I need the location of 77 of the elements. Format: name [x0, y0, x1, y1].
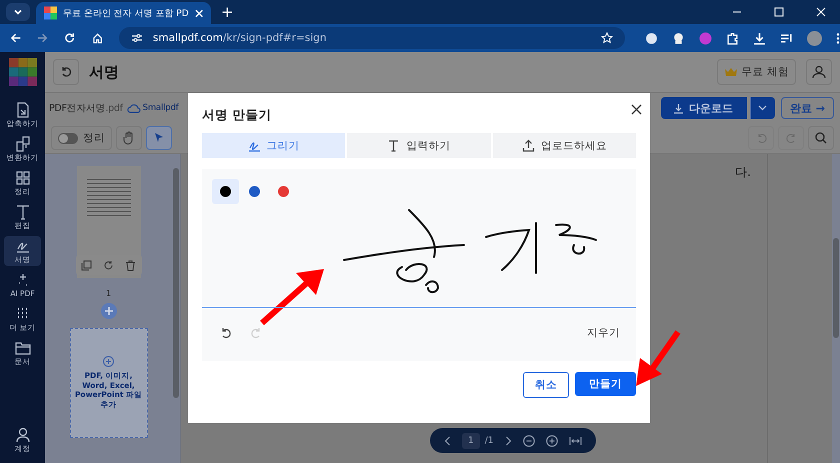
tab-title: 무료 온라인 전자 서명 포함 PD: [62, 8, 189, 20]
rotate-icon[interactable]: [103, 260, 114, 270]
globe-icon[interactable]: [645, 32, 658, 44]
page-total: /1: [484, 436, 494, 446]
media-icon[interactable]: [780, 32, 794, 44]
page-input[interactable]: 1: [462, 432, 480, 448]
reload-icon[interactable]: [64, 32, 76, 44]
scrollbar[interactable]: [832, 154, 840, 463]
trash-icon[interactable]: [125, 260, 136, 270]
undo-icon[interactable]: [60, 66, 72, 78]
chevron-right-icon[interactable]: [504, 436, 512, 446]
dialog-title: 서명 만들기: [202, 106, 272, 124]
upload-icon[interactable]: [522, 139, 535, 152]
page-thumbnail[interactable]: [76, 166, 140, 278]
convert-icon[interactable]: [14, 136, 30, 152]
zoom-in-icon[interactable]: [546, 434, 558, 446]
close-icon[interactable]: [631, 104, 642, 114]
clear-button[interactable]: 지우기: [587, 326, 620, 340]
tab-search-button[interactable]: [6, 3, 30, 21]
extension-icon[interactable]: [672, 32, 686, 44]
puzzle-icon[interactable]: [726, 32, 740, 44]
browser-tab[interactable]: 무료 온라인 전자 서명 포함 PD: [36, 2, 211, 24]
crown-icon: [724, 67, 738, 77]
user-button[interactable]: [806, 59, 832, 85]
pen-color-option[interactable]: [212, 179, 239, 204]
avatar-icon[interactable]: [807, 30, 822, 46]
home-icon[interactable]: [92, 32, 103, 44]
hand-icon[interactable]: [123, 131, 135, 145]
undo-icon[interactable]: [220, 327, 232, 339]
chevron-down-icon[interactable]: [13, 7, 23, 17]
page-title: 서명: [89, 62, 119, 82]
user-icon[interactable]: [812, 65, 826, 79]
duplicate-icon[interactable]: [81, 260, 92, 270]
file-name: PDF전자서명.pdf: [49, 102, 123, 114]
new-tab-button[interactable]: +: [217, 3, 238, 21]
signature-tab[interactable]: 업로드하세요: [492, 133, 636, 158]
download-button[interactable]: 다운로드: [660, 97, 747, 119]
save-link[interactable]: Smallpdf: [142, 103, 178, 113]
download-icon: [672, 102, 684, 114]
add-page-icon[interactable]: [100, 303, 116, 319]
text-icon[interactable]: [14, 204, 30, 220]
download-icon[interactable]: [753, 32, 766, 44]
grid-icon[interactable]: [14, 170, 30, 186]
chevron-down-icon[interactable]: [758, 105, 768, 111]
dropdown-button[interactable]: [750, 97, 775, 119]
address-field[interactable]: smallpdf.com/kr/sign-pdf#r=sign: [118, 27, 626, 49]
folder-icon[interactable]: [14, 340, 30, 356]
signature-tab[interactable]: 그리기: [202, 133, 346, 158]
pointer-tool-button[interactable]: [146, 126, 172, 150]
menu-icon[interactable]: [836, 32, 840, 44]
app-logo-icon: [44, 6, 57, 20]
cloud-icon: [126, 102, 141, 114]
zoom-out-icon[interactable]: [522, 434, 534, 446]
create-button[interactable]: 만들기: [575, 372, 636, 396]
url-text: smallpdf.com/kr/sign-pdf#r=sign: [152, 32, 326, 44]
search-icon[interactable]: [815, 132, 827, 144]
maximize-icon[interactable]: [774, 7, 784, 17]
chevron-left-icon[interactable]: [444, 436, 451, 446]
page-number: 1: [106, 289, 112, 298]
organize-toggle[interactable]: 정리: [51, 126, 112, 150]
cancel-button[interactable]: 취소: [523, 372, 569, 398]
text-icon[interactable]: [387, 139, 400, 152]
back-arrow-icon[interactable]: [10, 32, 22, 44]
site-settings-icon[interactable]: [130, 32, 143, 44]
back-button[interactable]: [53, 59, 79, 85]
forward-arrow-icon[interactable]: [37, 32, 48, 44]
app-logo-icon[interactable]: [8, 58, 36, 86]
document-text: 다.: [735, 164, 751, 181]
fit-width-icon[interactable]: [568, 436, 582, 446]
free-trial-button[interactable]: 무료 체험: [716, 59, 796, 85]
hand-tool-button[interactable]: [116, 126, 142, 150]
star-icon[interactable]: [601, 32, 614, 44]
cursor-icon[interactable]: [154, 132, 164, 144]
signature-tab[interactable]: 입력하기: [347, 133, 491, 158]
file-arrow-icon[interactable]: [14, 102, 30, 118]
user-icon[interactable]: [14, 426, 30, 442]
search-button[interactable]: [808, 126, 834, 150]
